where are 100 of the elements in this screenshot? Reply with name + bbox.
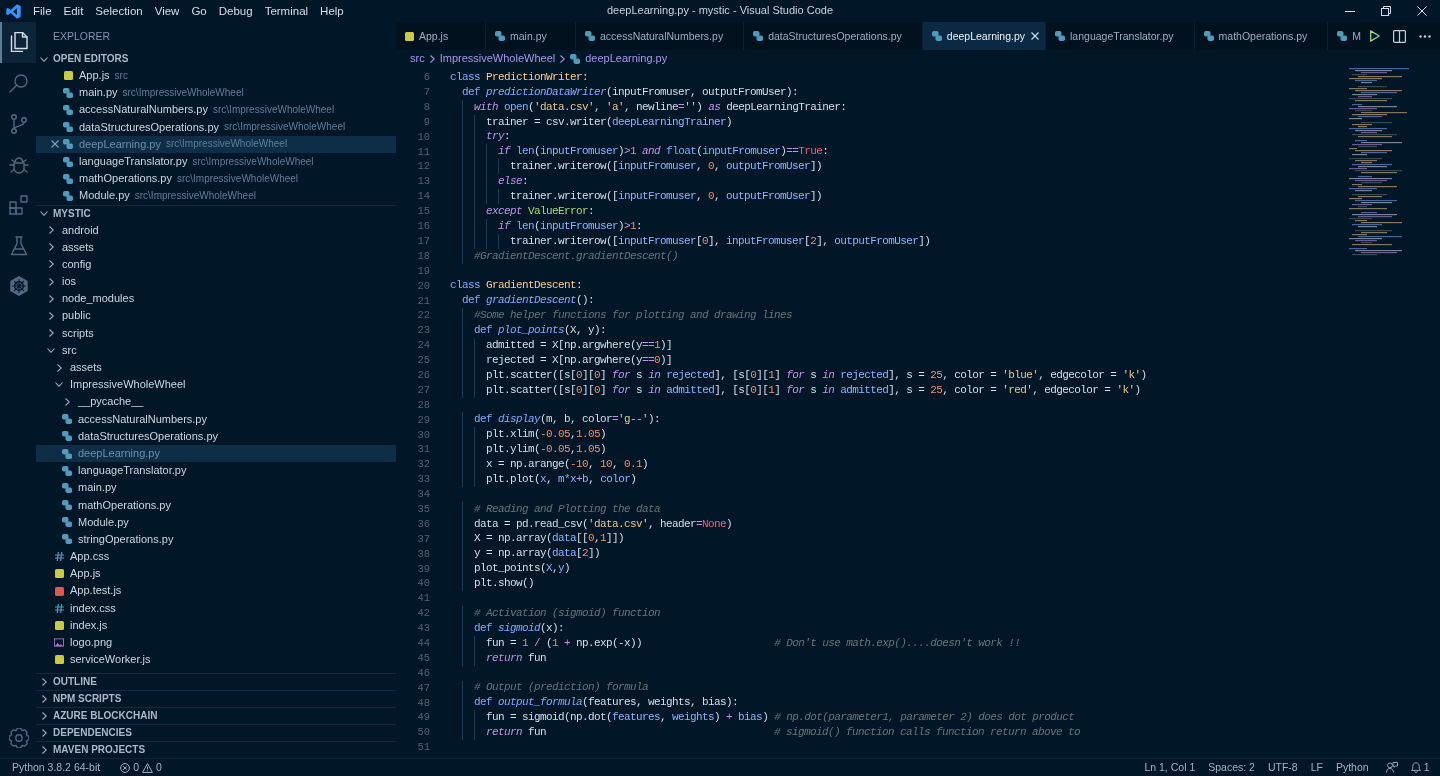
python-file-icon [62, 465, 72, 476]
section-header[interactable]: MAVEN PROJECTS [36, 741, 396, 758]
tree-item[interactable]: App.js [54, 565, 101, 583]
menu-item[interactable]: View [148, 0, 186, 22]
menu-item[interactable]: Terminal [258, 0, 315, 22]
open-editor-item[interactable]: dataStructuresOperations.py src\ImpressiveWholeWheel [63, 118, 346, 136]
line-number: 45 [416, 651, 430, 665]
file-path: src\ImpressiveWholeWheel [176, 172, 299, 185]
code-line: admitted = X[np.argwhere(y==1)] [486, 338, 673, 353]
folder-item[interactable]: __pycache__ [62, 393, 144, 411]
section-header[interactable]: MYSTIC [36, 204, 396, 222]
chevron-right-icon [560, 55, 566, 63]
line-number: 39 [416, 562, 430, 576]
status-item[interactable]: Ln 1, Col 1 [1137, 759, 1202, 776]
tree-item[interactable]: dataStructuresOperations.py [62, 427, 219, 445]
close-icon [1417, 6, 1427, 16]
breadcrumb-item[interactable]: deepLearning.py [570, 52, 668, 66]
open-editor-item[interactable]: languageTranslator.py src\ImpressiveWholeWheel [63, 152, 314, 171]
status-item[interactable]: Python [1329, 759, 1376, 776]
line-number: 8 [422, 100, 430, 114]
code-line: try: [486, 130, 511, 144]
editor-tab[interactable]: deepLearning.py [922, 22, 1047, 50]
code-line: y = np.array(data[2]) [474, 547, 601, 561]
tree-item[interactable]: serviceWorker.js [54, 651, 151, 669]
tree-item[interactable]: deepLearning.py [36, 444, 396, 463]
folder-item[interactable]: ImpressiveWholeWheel [54, 376, 186, 394]
menu-item[interactable]: File [27, 0, 58, 22]
tree-item[interactable]: main.py [62, 479, 117, 497]
open-editor-item[interactable]: mathOperations.py src\ImpressiveWholeWheel [63, 170, 299, 188]
code-line: trainer = csv.writer(deepLearningTrainer) [486, 115, 733, 129]
code-line: def output_formula(features, weights, bias): [474, 696, 739, 710]
tree-item[interactable]: App.css [54, 548, 110, 566]
open-editor-item[interactable]: accessNaturalNumbers.py src\ImpressiveWholeWheel [63, 101, 335, 119]
line-number: 32 [416, 458, 430, 471]
file-path: src\ImpressiveWholeWheel [213, 103, 335, 116]
image-file-icon [54, 638, 64, 648]
menu-item[interactable]: Debug [212, 0, 259, 22]
menu-item[interactable]: Help [314, 0, 350, 22]
menu-item[interactable]: Selection [89, 0, 149, 22]
status-item[interactable]: LF [1304, 759, 1330, 776]
section-header[interactable]: OUTLINE [36, 673, 396, 690]
line-number: 18 [416, 249, 430, 263]
sidebar-title: EXPLORER [52, 28, 111, 44]
breadcrumb-item[interactable]: ImpressiveWholeWheel [439, 52, 556, 66]
notifications-button[interactable]: 1 [1404, 759, 1436, 776]
section-header[interactable]: AZURE BLOCKCHAIN [36, 707, 396, 724]
close-icon[interactable] [51, 140, 59, 149]
line-number: 13 [416, 175, 430, 188]
python-file-icon [62, 448, 72, 459]
line-number: 26 [416, 368, 430, 382]
folder-item[interactable]: node_modules [46, 290, 135, 308]
file-path: src [114, 69, 128, 82]
open-editor-item[interactable]: App.js src [63, 67, 128, 85]
tree-item[interactable]: stringOperations.py [62, 530, 174, 549]
settings-icon [9, 727, 29, 748]
menu-item[interactable]: Go [185, 0, 213, 22]
open-editor-item[interactable]: deepLearning.py src\ImpressiveWholeWheel [36, 135, 396, 153]
folder-item[interactable]: src [46, 341, 77, 359]
line-number: 27 [416, 383, 430, 397]
tree-item[interactable]: accessNaturalNumbers.py [62, 410, 207, 428]
section-header[interactable]: NPM SCRIPTS [36, 690, 396, 707]
tree-item[interactable]: index.css [54, 599, 116, 617]
explorer-button[interactable] [0, 22, 36, 63]
folder-item[interactable]: scripts [46, 324, 94, 342]
open-editor-item[interactable]: Module.py src\ImpressiveWholeWheel [63, 187, 256, 205]
code-line: class GradientDescent: [450, 279, 583, 293]
interpreter-status[interactable]: Python 3.8.2 64-bit [6, 759, 107, 776]
breadcrumb-item[interactable]: src [410, 52, 425, 66]
line-number: 40 [416, 577, 430, 590]
line-number: 9 [422, 115, 430, 129]
tree-item[interactable]: mathOperations.py [62, 496, 171, 514]
python-file-icon [63, 190, 73, 201]
section-header[interactable]: DEPENDENCIES [36, 724, 396, 741]
tree-item[interactable]: App.test.js [54, 582, 122, 600]
tree-item[interactable]: index.js [54, 616, 108, 634]
branch-icon [9, 113, 29, 134]
open-editor-item[interactable]: main.py src\ImpressiveWholeWheel [63, 84, 244, 102]
problems-status[interactable]: 0 0 [114, 759, 168, 776]
folder-item[interactable]: assets [54, 359, 102, 377]
menu-item[interactable]: Edit [57, 0, 90, 22]
js-file-icon [63, 71, 73, 81]
minimize-icon [1345, 10, 1355, 12]
tree-item[interactable]: languageTranslator.py [62, 462, 187, 480]
section-header[interactable]: OPEN EDITORS [36, 50, 396, 67]
status-item[interactable]: UTF-8 [1261, 759, 1305, 776]
tree-item[interactable]: Module.py [62, 513, 129, 531]
tree-item[interactable]: logo.png [54, 634, 113, 652]
search-icon [9, 73, 29, 94]
folder-item[interactable]: assets [46, 238, 94, 256]
status-item[interactable]: Spaces: 2 [1201, 759, 1262, 776]
hash-icon [54, 552, 64, 562]
code-line: fun = 1 / (1 + np.exp(-x)) # Don't use math.exp()....doesn't work !! [486, 636, 1021, 650]
folder-item[interactable]: android [46, 221, 99, 239]
python-file-icon [753, 31, 764, 41]
folder-item[interactable]: ios [46, 273, 77, 291]
line-number: 14 [416, 190, 430, 203]
folder-item[interactable]: config [46, 255, 92, 274]
warning-icon [142, 762, 153, 773]
folder-item[interactable]: public [46, 307, 91, 325]
ship-wheel-icon [9, 276, 29, 297]
